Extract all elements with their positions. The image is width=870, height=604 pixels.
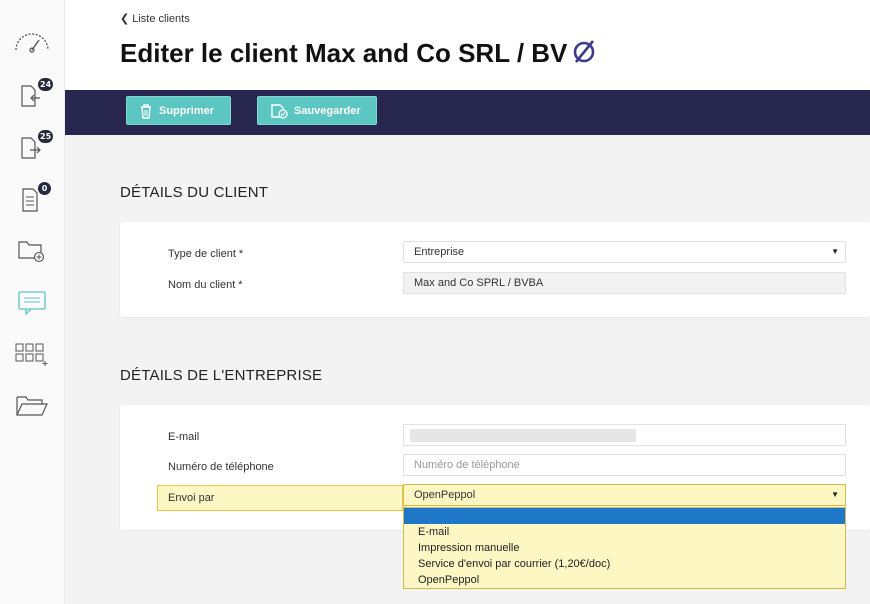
action-toolbar: Supprimer Sauvegarder xyxy=(65,90,870,135)
open-folder-icon xyxy=(16,396,48,416)
send-method-select[interactable]: OpenPeppol ▼ xyxy=(403,484,846,506)
page-header: ❮ Liste clients Editer le client Max and … xyxy=(65,0,870,90)
chat-icon xyxy=(18,291,46,316)
chevron-left-icon: ❮ xyxy=(120,13,130,25)
sidebar-item-outgoing[interactable]: 25 xyxy=(14,130,54,166)
client-name-label: Nom du client * xyxy=(168,279,243,291)
delete-button[interactable]: Supprimer xyxy=(126,96,231,125)
main-content: ❮ Liste clients Editer le client Max and … xyxy=(65,0,870,604)
speedometer-icon xyxy=(15,33,49,53)
redacted-email xyxy=(410,429,636,442)
email-label: E-mail xyxy=(168,431,200,443)
save-button[interactable]: Sauvegarder xyxy=(257,96,377,125)
dropdown-option[interactable]: Impression manuelle xyxy=(404,540,845,556)
grid-add-icon xyxy=(15,343,48,366)
email-input[interactable] xyxy=(403,424,846,446)
phone-placeholder: Numéro de téléphone xyxy=(414,459,520,471)
dropdown-arrow-icon: ▼ xyxy=(831,490,839,499)
sidebar-item-dashboard[interactable] xyxy=(14,28,50,60)
trash-icon xyxy=(141,103,151,119)
peppol-logo-icon xyxy=(574,40,595,63)
dropdown-option[interactable]: Service d'envoi par courrier (1,20€/doc) xyxy=(404,556,845,572)
client-type-value: Entreprise xyxy=(414,246,465,258)
back-link-label: Liste clients xyxy=(132,13,190,25)
badge-documents: 0 xyxy=(38,182,51,195)
client-details-card: Type de client * Entreprise ▼ Nom du cli… xyxy=(120,222,870,317)
sidebar-item-new-folder[interactable] xyxy=(14,236,50,268)
client-type-select[interactable]: Entreprise ▼ xyxy=(403,241,846,263)
back-link[interactable]: ❮ Liste clients xyxy=(120,12,190,25)
send-method-label: Envoi par xyxy=(168,492,215,504)
delete-button-label: Supprimer xyxy=(159,104,215,117)
dropdown-arrow-icon: ▼ xyxy=(831,247,839,256)
client-name-input[interactable]: Max and Co SPRL / BVBA xyxy=(403,272,846,294)
page-title-text: Editer le client Max and Co SRL / BV xyxy=(120,38,568,68)
send-method-value: OpenPeppol xyxy=(414,489,476,501)
dropdown-option[interactable]: E-mail xyxy=(404,524,845,540)
sidebar-item-incoming[interactable]: 24 xyxy=(14,78,54,114)
send-method-label-highlight: Envoi par xyxy=(157,485,403,511)
client-section-title: DÉTAILS DU CLIENT xyxy=(120,184,269,201)
sidebar-item-files[interactable] xyxy=(14,392,50,424)
sidebar: 24 25 0 xyxy=(0,0,65,604)
badge-incoming: 24 xyxy=(38,78,54,91)
save-button-label: Sauvegarder xyxy=(294,104,361,117)
phone-input[interactable]: Numéro de téléphone xyxy=(403,454,846,476)
client-type-label: Type de client * xyxy=(168,248,244,260)
client-name-value: Max and Co SPRL / BVBA xyxy=(414,277,544,289)
phone-label: Numéro de téléphone xyxy=(168,461,274,473)
save-document-icon xyxy=(271,103,288,119)
dropdown-option[interactable]: OpenPeppol xyxy=(404,572,845,588)
sidebar-item-messages[interactable] xyxy=(14,288,50,320)
send-method-options: E-mail Impression manuelle Service d'env… xyxy=(403,507,846,589)
add-folder-icon xyxy=(18,241,45,263)
dropdown-selected-empty-option[interactable] xyxy=(404,508,845,524)
sidebar-item-documents[interactable]: 0 xyxy=(14,182,51,218)
sidebar-item-modules[interactable] xyxy=(14,340,50,372)
page-title: Editer le client Max and Co SRL / BV xyxy=(120,38,597,69)
company-section-title: DÉTAILS DE L'ENTREPRISE xyxy=(120,367,323,384)
badge-outgoing: 25 xyxy=(38,130,54,143)
